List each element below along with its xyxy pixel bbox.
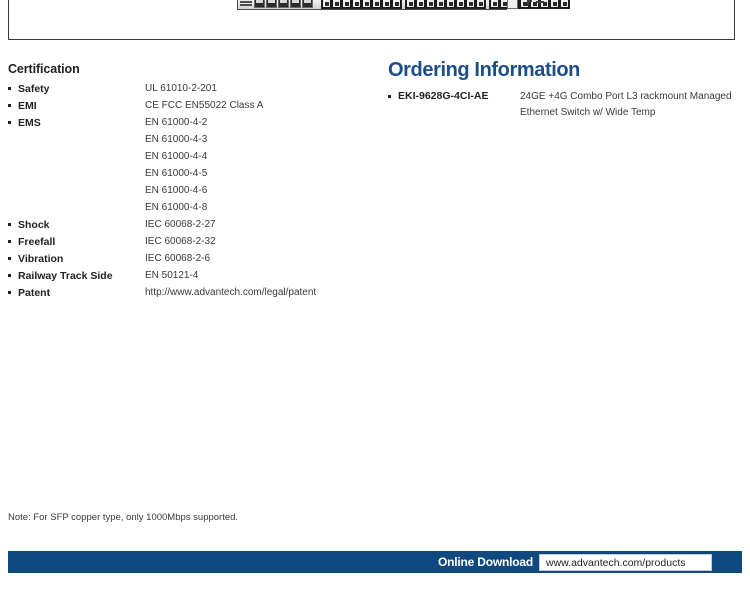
bullet-icon [8, 217, 18, 234]
status-led-icon [240, 0, 252, 6]
bullet-icon [8, 149, 18, 166]
spec-label: EMI [18, 100, 37, 112]
bullet-icon [8, 166, 18, 183]
sfp-slot-group [254, 0, 313, 8]
ordering-information-section: Ordering Information EKI-9628G-4CI-AE 24… [388, 60, 742, 120]
spec-value: IEC 60068-2-27 [145, 219, 216, 230]
bullet-icon [8, 251, 18, 268]
spec-row: EN 61000-4-8 [8, 200, 378, 217]
spec-value: UL 61010-2-201 [145, 83, 217, 94]
spec-row: EN 61000-4-5 [8, 166, 378, 183]
spec-value: EN 61000-4-2 [145, 117, 208, 128]
online-download-label: Online Download [438, 555, 533, 569]
spec-value: EN 61000-4-6 [145, 185, 208, 196]
rack-mount-ear [507, 0, 518, 9]
spec-value: EN 50121-4 [145, 270, 199, 281]
spec-label: Safety [18, 83, 50, 95]
spec-label: Freefall [18, 236, 56, 248]
switch-side-diagram-icon [524, 0, 546, 8]
spec-value: EN 61000-4-5 [145, 168, 208, 179]
switch-chassis [237, 0, 570, 10]
product-image-frame [8, 0, 735, 40]
bullet-icon [8, 200, 18, 217]
page-note: Note: For SFP copper type, only 1000Mbps… [8, 512, 239, 523]
spec-value: EN 61000-4-4 [145, 151, 208, 162]
ordering-information-heading: Ordering Information [388, 59, 581, 81]
spec-value: CE FCC EN55022 Class A [145, 100, 264, 111]
spec-row: EMS EN 61000-4-2 [8, 115, 378, 132]
spec-value: EN 61000-4-3 [145, 134, 208, 145]
bullet-icon [8, 115, 18, 132]
spec-row: Patent http://www.advantech.com/legal/pa… [8, 285, 378, 302]
spec-row: EMI CE FCC EN55022 Class A [8, 98, 378, 115]
product-photo [237, 0, 570, 11]
ordering-item: EKI-9628G-4CI-AE 24GE +4G Combo Port L3 … [388, 89, 742, 120]
spec-row: Shock IEC 60068-2-27 [8, 217, 378, 234]
spec-label: Patent [18, 287, 51, 299]
spec-value: IEC 60068-2-32 [145, 236, 216, 247]
spec-row: Vibration IEC 60068-2-6 [8, 251, 378, 268]
bullet-icon [8, 268, 18, 285]
online-download-url[interactable]: www.advantech.com/products [539, 553, 712, 571]
spec-row: Freefall IEC 60068-2-32 [8, 234, 378, 251]
spec-row: EN 61000-4-3 [8, 132, 378, 149]
spec-row: EN 61000-4-4 [8, 149, 378, 166]
certification-heading: Certification [8, 62, 80, 76]
bullet-icon [388, 89, 398, 106]
bullet-icon [8, 183, 18, 200]
certification-section: Certification Safety UL 61010-2-201 EMI … [8, 62, 378, 302]
spec-row: Safety UL 61010-2-201 [8, 81, 378, 98]
bullet-icon [8, 234, 18, 251]
spec-value: IEC 60068-2-6 [145, 253, 211, 264]
ordering-description: 24GE +4G Combo Port L3 rackmount Managed… [520, 91, 732, 118]
spec-label: EMS [18, 117, 41, 129]
spec-row: EN 61000-4-6 [8, 183, 378, 200]
bullet-icon [8, 81, 18, 98]
spec-value: EN 61000-4-8 [145, 202, 208, 213]
bullet-icon [8, 132, 18, 149]
spec-row: Railway Track Side EN 50121-4 [8, 268, 378, 285]
certification-list: Safety UL 61010-2-201 EMI CE FCC EN55022… [8, 81, 378, 302]
ordering-sku: EKI-9628G-4CI-AE [398, 90, 489, 102]
bullet-icon [8, 98, 18, 115]
footer-bar: Online Download www.advantech.com/produc… [8, 551, 742, 573]
spec-value-patent-link[interactable]: http://www.advantech.com/legal/patent [145, 285, 378, 302]
spec-label: Railway Track Side [18, 270, 113, 282]
spec-label: Shock [18, 219, 50, 231]
bullet-icon [8, 285, 18, 302]
spec-label: Vibration [18, 253, 64, 265]
